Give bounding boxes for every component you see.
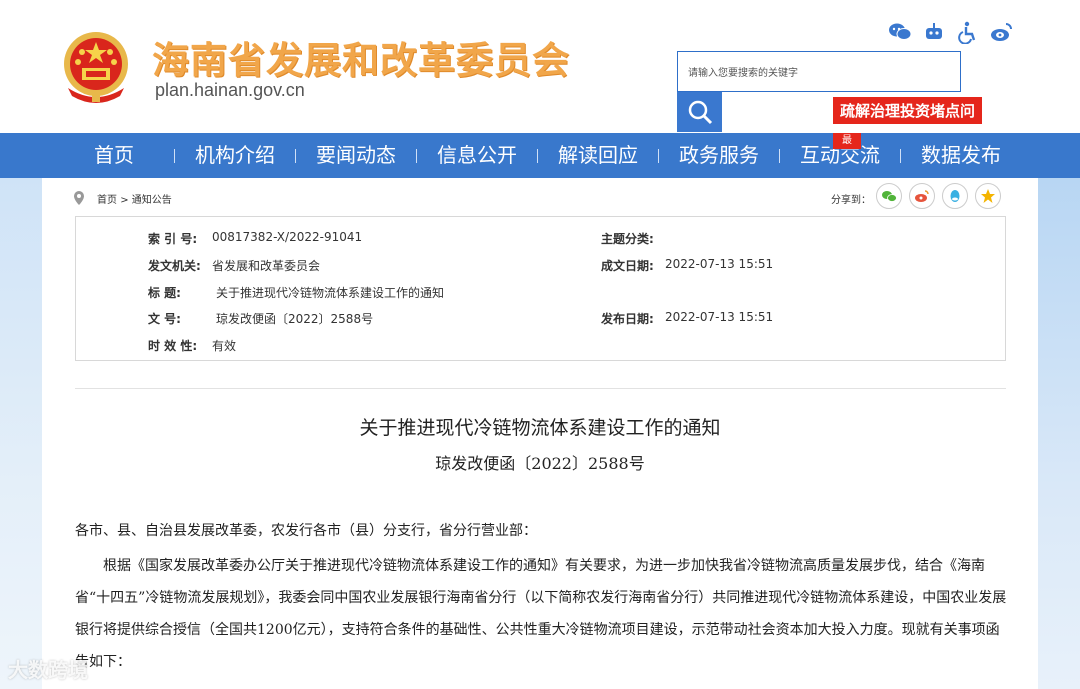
article-paragraph: 根据《国家发展改革委办公厅关于推进现代冷链物流体系建设工作的通知》有关要求，为进…	[75, 558, 1007, 670]
meta-pub-date-value: 2022-07-13 15:51	[665, 310, 774, 324]
qq-icon	[950, 190, 960, 202]
meta-validity-value: 有效	[212, 339, 237, 353]
wechat-icon	[882, 191, 897, 202]
site-domain: plan.hainan.gov.cn	[155, 80, 305, 100]
meta-issuer-value: 省发展和改革委员会	[212, 259, 321, 273]
meta-title-label: 标 题:	[148, 286, 181, 300]
national-emblem-icon	[64, 32, 128, 103]
nav-separator	[537, 149, 538, 163]
nav-item-interpretation[interactable]: 解读回应	[558, 133, 638, 178]
nav-item-organization[interactable]: 机构介绍	[195, 133, 275, 178]
watermark-logo: 大数跨境	[8, 658, 88, 682]
nav-item-news[interactable]: 要闻动态	[316, 133, 396, 178]
share-label: 分享到：	[831, 195, 871, 206]
share-favorite-button[interactable]	[975, 183, 1001, 209]
breadcrumb-current[interactable]: 通知公告	[132, 195, 172, 206]
meta-docno-value: 琼发改便函〔2022〕2588号	[216, 312, 374, 326]
wechat-icon[interactable]	[888, 20, 912, 44]
hot-badge: 最	[833, 133, 861, 149]
nav-separator	[416, 149, 417, 163]
nav-separator	[295, 149, 296, 163]
weibo-icon	[915, 190, 929, 202]
accessibility-icon[interactable]	[956, 20, 980, 45]
top-icon-bar	[888, 20, 1014, 45]
nav-item-home[interactable]: 首页	[94, 133, 134, 178]
search-button[interactable]	[677, 92, 722, 132]
nav-item-services[interactable]: 政务服务	[679, 133, 759, 178]
article-salutation: 各市、县、自治县发展改革委，农发行各市（县）分支行，省分行营业部：	[75, 523, 537, 539]
nav-separator	[658, 149, 659, 163]
meta-validity-label: 时 效 性:	[148, 339, 198, 353]
nav-item-info-disclosure[interactable]: 信息公开	[437, 133, 517, 178]
meta-index-value: 00817382-X/2022-91041	[212, 230, 363, 244]
share-qq-button[interactable]	[942, 183, 968, 209]
breadcrumb-home[interactable]: 首页	[97, 195, 117, 206]
article-number: 琼发改便函〔2022〕2588号	[435, 454, 645, 473]
meta-docno-label: 文 号:	[148, 312, 181, 326]
site-header: 海南省发展和改革委员会 plan.hainan.gov.cn 请输入您要搜索的关…	[0, 0, 1080, 133]
meta-date-written-value: 2022-07-13 15:51	[665, 257, 774, 271]
nav-separator	[174, 149, 175, 163]
content-divider	[75, 388, 1006, 389]
nav-item-data[interactable]: 数据发布	[921, 133, 1001, 178]
meta-title-value: 关于推进现代冷链物流体系建设工作的通知	[216, 286, 445, 300]
breadcrumb-separator: >	[120, 195, 129, 206]
star-icon	[981, 189, 995, 203]
breadcrumb: 首页 > 通知公告	[97, 191, 172, 206]
search-input[interactable]: 请输入您要搜索的关键字	[677, 51, 961, 92]
main-nav: 首页 机构介绍 要闻动态 信息公开 解读回应 政务服务 互动交流 数据发布	[0, 133, 1080, 178]
meta-index-label: 索 引 号:	[148, 232, 198, 246]
site-title: 海南省发展和改革委员会	[152, 38, 570, 82]
location-pin-icon	[74, 191, 84, 205]
search-icon	[688, 100, 712, 125]
meta-topic-label: 主题分类:	[601, 232, 654, 246]
nav-separator	[900, 149, 901, 163]
share-weibo-button[interactable]	[909, 183, 935, 209]
meta-issuer-label: 发文机关:	[148, 259, 201, 273]
robot-icon[interactable]	[922, 20, 946, 44]
promo-banner[interactable]: 疏解治理投资堵点问	[833, 97, 982, 124]
weibo-icon[interactable]	[990, 20, 1014, 44]
article-title: 关于推进现代冷链物流体系建设工作的通知	[359, 417, 721, 439]
meta-date-written-label: 成文日期:	[601, 259, 654, 273]
meta-pub-date-label: 发布日期:	[601, 312, 654, 326]
share-wechat-button[interactable]	[876, 183, 902, 209]
nav-separator	[779, 149, 780, 163]
